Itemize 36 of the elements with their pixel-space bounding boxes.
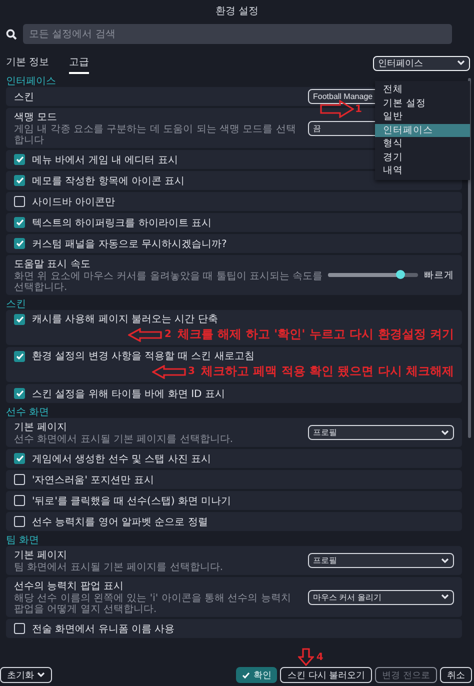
setting-description: 화면 위 요소에 마우스 커서를 올려놓았을 때 툴팁이 표시되는 속도를 선택합니다. xyxy=(14,271,324,293)
setting-description: 해당 선수 이름의 왼쪽에 있는 'i' 아이콘을 통해 선수의 능력치 팝업을 어떻게 열지 선택합니다. xyxy=(14,593,292,615)
checkbox-label: 메모를 작성한 항목에 아이콘 표시 xyxy=(32,174,185,188)
setting-description: 선수 화면에서 표시될 기본 페이지를 선택합니다. xyxy=(14,434,234,445)
step-number: 1 xyxy=(355,104,362,114)
section-title: 선수 화면 xyxy=(6,406,50,418)
section-title: 팀 화면 xyxy=(6,534,40,546)
window-title: 환경 설정 xyxy=(214,5,260,19)
checkbox-label: 게임에서 생성한 선수 및 스탭 사진 표시 xyxy=(32,452,212,466)
slider-reading: 빠르게 xyxy=(424,268,454,282)
checkbox-label: 선수 능력치를 영어 알파벳 순으로 정렬 xyxy=(32,516,208,528)
step-number: 2 xyxy=(164,329,172,340)
checkbox-label: '뒤로'를 클릭했을 때 선수(스탭) 화면 미나기 xyxy=(32,494,232,508)
annotation-note: 체크를 해제 하고 '확인' 누르고 다시 환경설정 켜기 xyxy=(177,326,454,343)
section-title: 인터페이스 xyxy=(6,74,57,87)
annotation-note: 체크하고 페맥 적용 확인 됐으면 다시 체크해제 xyxy=(200,363,454,380)
checkbox-label: 환경 설정의 변경 사항을 적용할 때 스킨 새로고침 xyxy=(32,350,254,363)
setting-label: 기본 페이지 xyxy=(14,421,68,434)
setting-description: 게임 내 각종 요소를 구분하는 데 도움이 되는 색맹 모드를 선택합니다 xyxy=(14,124,297,146)
checkbox-label: 커스텀 패널을 자동으로 무시하시겠습니까? xyxy=(32,238,227,250)
step-number: 3 xyxy=(188,366,195,377)
setting-label: 도움말 표시 속도 xyxy=(14,258,92,271)
checkbox-label: 캐시를 사용해 페이지 불러오는 시간 단축 xyxy=(32,313,218,326)
setting-label: 스킨 xyxy=(14,90,35,104)
checkbox-label: '자연스러움' 포지션만 표시 xyxy=(32,474,154,486)
setting-label: 기본 페이지 xyxy=(14,549,68,562)
checkbox-label: 전술 화면에서 유니폼 이름 사용 xyxy=(32,622,175,636)
setting-label: 색맹 모드 xyxy=(14,111,58,124)
checkbox-label: 텍스트의 하이퍼링크를 하이라이트 표시 xyxy=(32,216,212,230)
checkbox-label: 사이드바 아이콘만 xyxy=(32,196,116,208)
section-title: 스킨 xyxy=(6,298,27,310)
step-number: 4 xyxy=(316,652,324,662)
setting-description: 팀 화면에서 표시될 기본 페이지를 선택합니다. xyxy=(14,562,224,573)
checkbox-label: 스킨 설정을 위해 타이틀 바에 화면 ID 표시 xyxy=(32,388,225,400)
setting-label: 선수의 능력치 팝업 표시 xyxy=(14,580,125,593)
checkbox-label: 메뉴 바에서 게임 내 에디터 표시 xyxy=(32,154,178,166)
